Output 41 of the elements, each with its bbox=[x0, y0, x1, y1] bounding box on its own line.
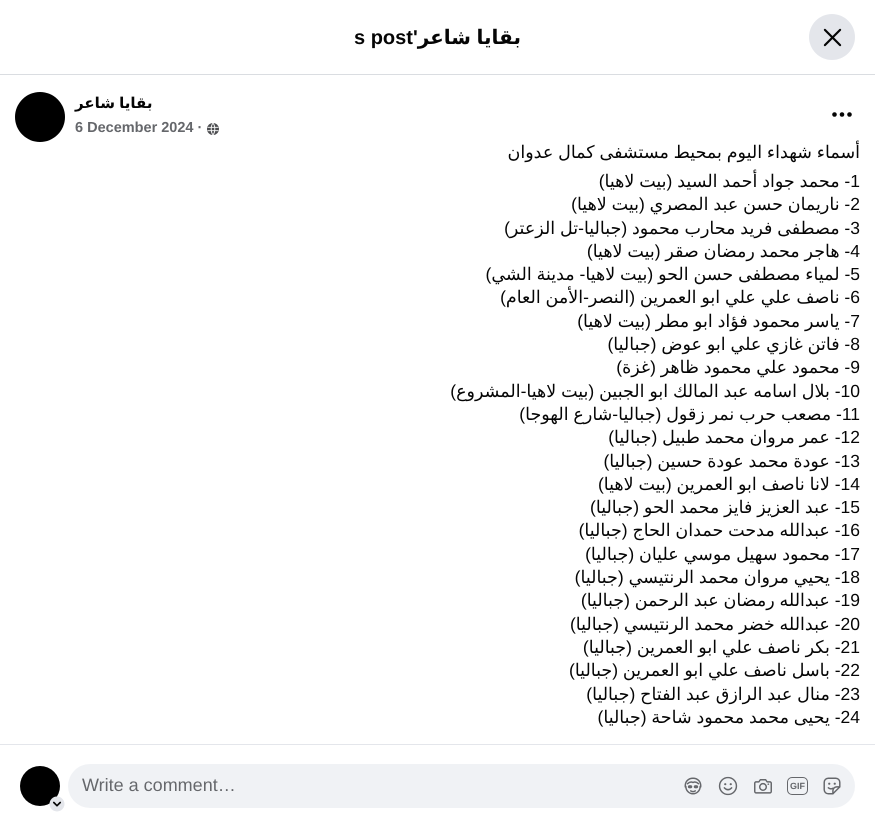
sticker-icon[interactable] bbox=[821, 774, 843, 796]
list-item-text: 18- يحيي مروان محمد الرنتيسي (جباليا) bbox=[574, 566, 860, 590]
separator-dot: · bbox=[198, 120, 202, 137]
chevron-down-icon[interactable] bbox=[49, 796, 65, 812]
list-item-text: 6- ناصف علي علي ابو العمرين (النصر-الأمن العام) bbox=[500, 286, 860, 310]
list-item-text: 23- منال عبد الرازق عبد الفتاح (جباليا) bbox=[586, 682, 860, 706]
list-item-text: 5- لمياء مصطفى حسن الحو (بيت لاهيا- مدينة الشي) bbox=[486, 263, 860, 286]
list-item-text: 16- عبدالله مدحت حمدان الحاج (جباليا) bbox=[578, 519, 860, 542]
list-item-text: 10- بلال اسامه عبد المالك ابو الجبين (بيت لاهيا-المشروع) bbox=[450, 380, 860, 403]
list-item-text: 14- لانا ناصف ابو العمرين (بيت لاهيا) bbox=[598, 472, 860, 496]
list-item-text: 22- باسل ناصف علي ابو العمرين (جباليا) bbox=[569, 659, 860, 682]
list-item-text: 9- محمود علي محمود ظاهر (غزة) bbox=[616, 356, 860, 380]
smiley-icon[interactable] bbox=[717, 774, 739, 796]
list-item-text: 21- بكر ناصف علي ابو العمرين (جباليا) bbox=[582, 636, 860, 660]
list-item-text: 15- عبد العزيز فايز محمد الحو (جباليا) bbox=[590, 496, 860, 520]
list-item-text: 19- عبدالله رمضان عبد الرحمن (جباليا) bbox=[580, 589, 860, 612]
author-name[interactable]: بقايا شاعر bbox=[75, 94, 152, 114]
gif-button[interactable]: GIF bbox=[787, 776, 808, 794]
globe-icon bbox=[207, 122, 220, 134]
list-item-text: 2- ناريمان حسن عبد المصري (بيت لاهيا) bbox=[571, 193, 860, 216]
list-item-text: 1- محمد جواد أحمد السيد (بيت لاهيا) bbox=[598, 170, 860, 194]
list-item-text: 7- ياسر محمود فؤاد ابو مطر (بيت لاهيا) bbox=[577, 310, 860, 334]
post-intro-text: أسماء شهداء اليوم بمحيط مستشفى كمال عدوان bbox=[507, 142, 860, 163]
list-item-text: 20- عبدالله خضر محمد الرنتيسي (جباليا) bbox=[570, 612, 860, 636]
list-item-text: 11- مصعب حرب نمر زقول (جباليا-شارع الهوجا) bbox=[519, 402, 860, 426]
list-item-text: 17- محمود سهيل موسي عليان (جباليا) bbox=[585, 542, 860, 566]
close-icon[interactable] bbox=[822, 28, 842, 46]
list-item-text: 13- عودة محمد عودة حسين (جباليا) bbox=[603, 450, 860, 473]
list-item-text: 24- يحيى محمد محمود شاحة (جباليا) bbox=[598, 706, 860, 730]
list-item-text: 8- فاتن غازي علي ابو عوض (جباليا) bbox=[607, 333, 860, 356]
author-avatar[interactable] bbox=[15, 92, 65, 142]
dialog-title: بقايا شاعر's post bbox=[354, 26, 521, 50]
post-date[interactable]: 6 December 2024 bbox=[75, 120, 194, 137]
user-avatar[interactable] bbox=[20, 766, 60, 806]
list-item-text: 3- مصطفى فريد محارب محمود (جباليا-تل الزعتر) bbox=[504, 216, 860, 240]
face-sticker-icon[interactable] bbox=[682, 774, 704, 796]
more-options-icon[interactable] bbox=[832, 112, 852, 117]
close-button[interactable] bbox=[809, 14, 855, 60]
list-item-text: 4- هاجر محمد رمضان صقر (بيت لاهيا) bbox=[586, 240, 860, 264]
comment-field[interactable]: Write a comment… GIF bbox=[68, 764, 855, 808]
list-item-text: 12- عمر مروان محمد طبيل (جباليا) bbox=[608, 426, 860, 450]
